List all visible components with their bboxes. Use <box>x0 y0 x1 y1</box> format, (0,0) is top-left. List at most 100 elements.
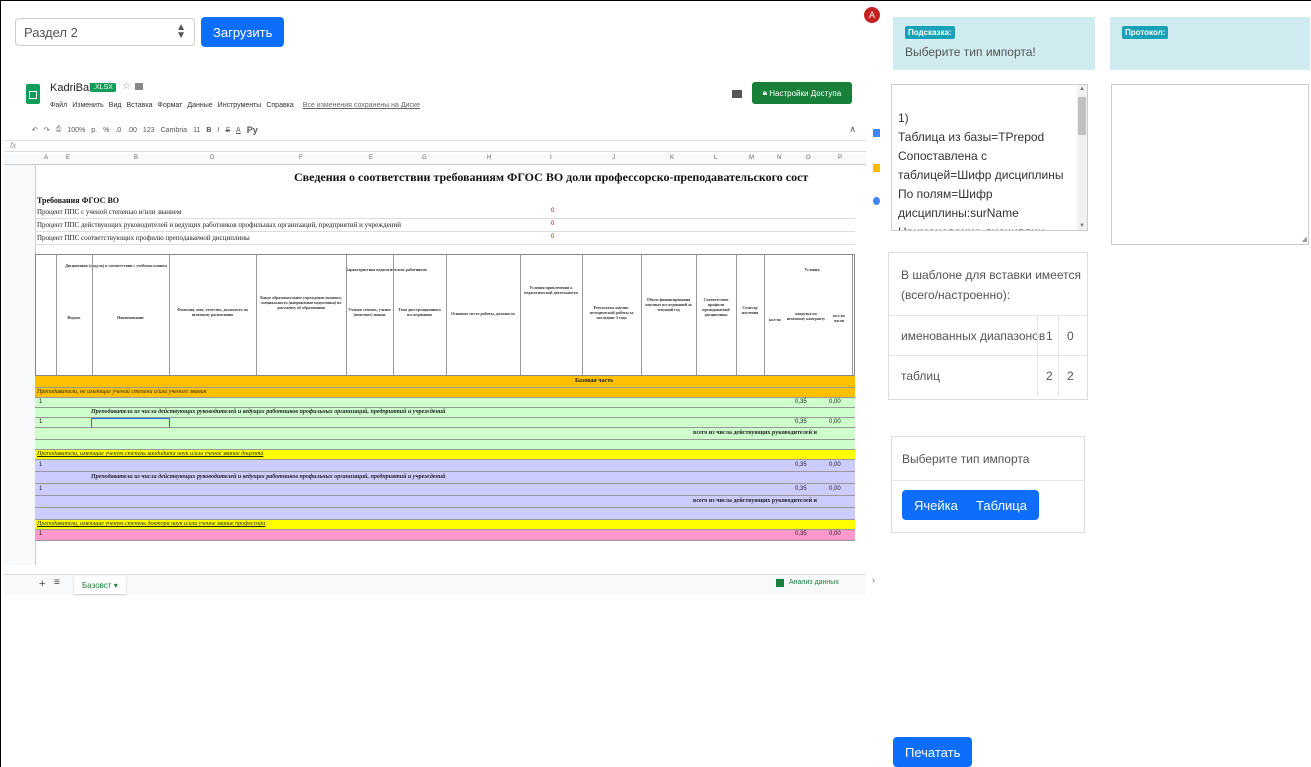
col-header[interactable]: K <box>670 155 674 161</box>
header-col: Фамилия, имя, отчество, должность по шта… <box>177 307 248 317</box>
template-row-configured: 0 <box>1067 329 1074 343</box>
percent-format[interactable]: % <box>103 127 109 134</box>
col-header[interactable]: G <box>422 155 427 161</box>
file-type-badge: .XLSX <box>90 83 116 92</box>
chevron-right-icon[interactable]: › <box>872 575 875 585</box>
sheet-tab[interactable]: Базовст ▾ <box>74 576 126 594</box>
top-controls: Раздел 2 ▲ ▼ Загрузить <box>15 17 285 47</box>
currency-format[interactable]: р. <box>91 127 97 134</box>
bold-button[interactable]: B <box>206 127 211 134</box>
text-color-button[interactable]: A <box>236 127 241 134</box>
calendar-icon[interactable] <box>873 129 880 137</box>
collapse-toolbar-icon[interactable]: ∧ <box>849 124 856 135</box>
zoom-value[interactable]: 100% <box>67 127 85 134</box>
menu-edit[interactable]: Изменить <box>72 102 104 109</box>
avatar[interactable]: A <box>864 7 880 23</box>
saved-status[interactable]: Все изменения сохранены на Диске <box>303 102 420 109</box>
keep-icon[interactable] <box>873 164 880 172</box>
col-header[interactable]: D <box>210 155 214 161</box>
spreadsheet-embed: KadriBakal .XLSX ☆ Файл Изменить Вид Вст… <box>4 78 866 598</box>
section-select[interactable]: Раздел 2 ▲ ▼ <box>15 18 195 46</box>
add-sheet-icon[interactable]: + <box>39 578 45 590</box>
band-doctor: Преподаватели, имеющие ученую степень до… <box>35 520 855 530</box>
explore-label[interactable]: Анализ данных <box>789 579 839 586</box>
col-header[interactable]: E <box>369 155 373 161</box>
header-col: нагрузка по штатному контракту <box>786 311 826 321</box>
band-row: 1 0,35 0,00 <box>35 418 855 429</box>
total-label: всего из числа действующих руководителей… <box>693 430 817 436</box>
star-icon[interactable]: ☆ <box>122 81 131 92</box>
font-family-select[interactable]: Cambria <box>161 127 187 134</box>
all-sheets-icon[interactable]: ≡ <box>54 577 60 588</box>
menu-data[interactable]: Данные <box>187 102 212 109</box>
value-b: 0,00 <box>829 531 841 537</box>
col-header[interactable]: A <box>44 155 48 161</box>
select-arrows-icon: ▲ ▼ <box>176 22 186 41</box>
col-header[interactable]: B <box>134 155 138 161</box>
decimal-increase[interactable]: .00 <box>127 127 137 134</box>
header-divider <box>582 255 583 375</box>
band-label: Преподаватели из числа действующих руков… <box>91 474 446 480</box>
header-divider <box>56 255 57 375</box>
value-b: 0,00 <box>829 399 841 405</box>
print-icon[interactable]: ⎙ <box>56 126 62 134</box>
section-select-value: Раздел 2 <box>24 24 78 40</box>
band-row: 1 0,35 0,00 <box>35 460 855 472</box>
italic-button[interactable]: I <box>217 127 219 134</box>
resize-grip-icon[interactable]: ◢ <box>1302 235 1307 243</box>
folder-icon[interactable] <box>135 83 143 90</box>
load-button[interactable]: Загрузить <box>201 17 285 47</box>
menu-tools[interactable]: Инструменты <box>218 102 262 109</box>
formula-bar[interactable]: fx <box>4 140 866 152</box>
tasks-icon[interactable] <box>873 197 880 205</box>
menu-format[interactable]: Формат <box>158 102 183 109</box>
explore-icon[interactable] <box>776 579 784 587</box>
cell-divider <box>1037 316 1038 356</box>
header-col: кол-во часов <box>833 313 845 323</box>
col-header[interactable]: M <box>749 155 754 161</box>
import-title: Выберите тип импорта <box>902 452 1030 466</box>
cell-import-button[interactable]: Ячейка <box>902 490 970 520</box>
band-no-degree: Преподаватели, не имеющие ученой степени… <box>35 388 855 398</box>
col-header[interactable]: E <box>66 155 70 161</box>
scroll-up-icon[interactable]: ▲ <box>1079 86 1085 92</box>
scroll-thumb[interactable] <box>1078 97 1086 135</box>
protocol-textarea[interactable]: ◢ <box>1111 84 1309 245</box>
undo-icon[interactable]: ↶ <box>32 126 38 134</box>
col-header[interactable]: F <box>299 155 303 161</box>
header-divider <box>696 255 697 375</box>
print-button[interactable]: Печатать <box>893 737 973 767</box>
col-header[interactable]: O <box>806 155 811 161</box>
col-header[interactable]: I <box>550 155 552 161</box>
header-col: Индекс <box>67 315 81 320</box>
input-tools[interactable]: Ру <box>247 125 258 135</box>
col-header[interactable]: N <box>777 155 781 161</box>
log-scrollbar[interactable]: ▲ ▼ <box>1077 85 1087 230</box>
menu-view[interactable]: Вид <box>109 102 122 109</box>
value-b: 0,00 <box>829 486 841 492</box>
menu-insert[interactable]: Вставка <box>126 102 152 109</box>
col-header[interactable]: H <box>487 155 491 161</box>
log-textarea[interactable]: 1) Таблица из базы=TPrepod Сопоставлена … <box>891 84 1088 231</box>
menu-help[interactable]: Справка <box>266 102 293 109</box>
decimal-decrease[interactable]: .0 <box>115 127 121 134</box>
strike-button[interactable]: S <box>225 127 230 134</box>
band-row: 1 0,35 0,00 <box>35 484 855 496</box>
scroll-down-icon[interactable]: ▼ <box>1079 223 1085 229</box>
col-header[interactable]: P <box>838 155 842 161</box>
band-label: Преподаватели, имеющие ученую степень ка… <box>37 451 264 457</box>
number-format[interactable]: 123 <box>143 127 155 134</box>
cell-divider <box>1037 356 1038 396</box>
font-size-select[interactable]: 11 <box>193 127 200 134</box>
redo-icon[interactable]: ↷ <box>44 126 50 134</box>
col-header[interactable]: L <box>714 155 717 161</box>
template-row: именованных диапазонов 1 0 <box>889 315 1087 356</box>
sheet-grid[interactable]: Сведения о соответствии требованиям ФГОС… <box>4 165 866 565</box>
comment-icon[interactable] <box>732 90 742 98</box>
share-button[interactable]: 🔒︎ Настройки Доступа <box>752 82 852 104</box>
menu-file[interactable]: Файл <box>50 102 67 109</box>
table-import-button[interactable]: Таблица <box>964 490 1039 520</box>
col-header[interactable]: J <box>612 155 615 161</box>
value-a: 0,35 <box>795 399 807 405</box>
value-b: 0,00 <box>829 462 841 468</box>
